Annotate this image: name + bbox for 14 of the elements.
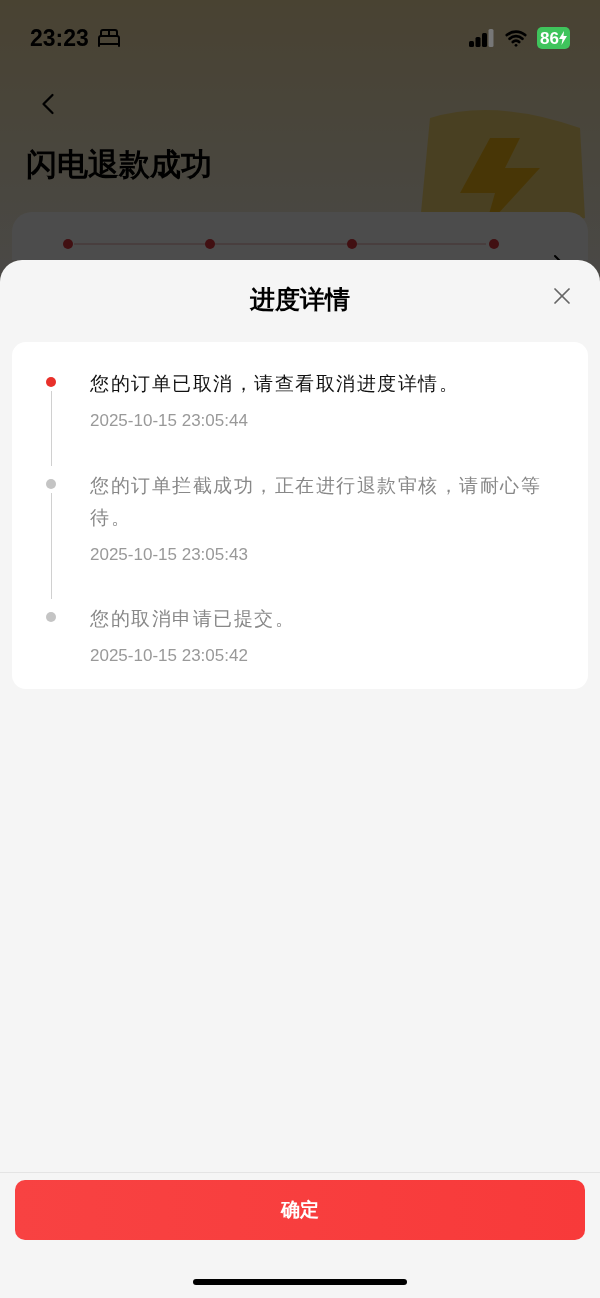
timeline-time: 2025-10-15 23:05:44 (90, 410, 249, 432)
confirm-button[interactable]: 确定 (15, 1180, 585, 1240)
timeline-text: 您的订单拦截成功，正在进行退款审核，请耐心等待。 (90, 473, 542, 530)
bed-icon (96, 26, 121, 50)
timeline-text: 您的取消申请已提交。 (90, 607, 296, 631)
wifi-icon (503, 27, 530, 49)
page-title: 闪电退款成功 (26, 146, 212, 184)
timeline-text: 您的订单已取消，请查看取消进度详情。 (90, 372, 460, 396)
status-time: 23:23 (30, 23, 89, 53)
sheet-title: 进度详情 (250, 284, 350, 316)
signal-icon (469, 29, 496, 47)
timeline-time: 2025-10-15 23:05:43 (90, 543, 249, 566)
battery-icon: 86 (537, 27, 570, 49)
timeline-time: 2025-10-15 23:05:42 (90, 645, 249, 667)
